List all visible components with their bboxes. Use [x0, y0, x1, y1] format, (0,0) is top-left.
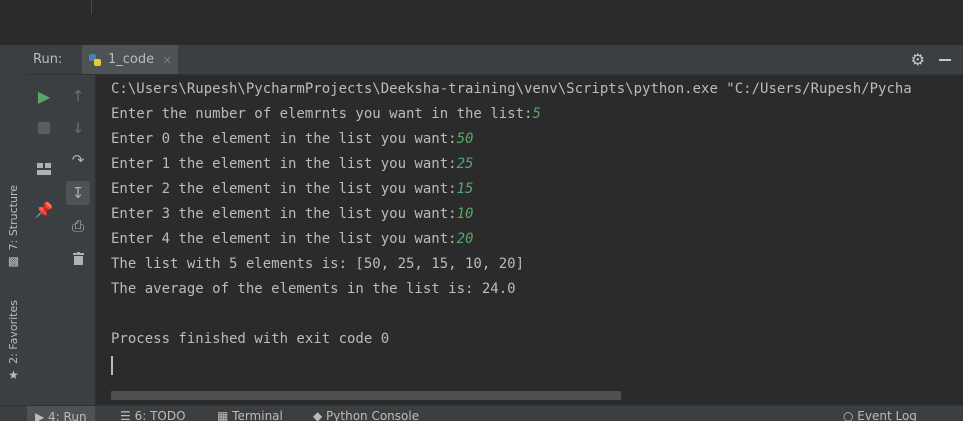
star-icon: ★	[8, 367, 19, 382]
minimize-icon[interactable]	[939, 59, 951, 61]
print-icon[interactable]: ⎙	[66, 214, 90, 238]
run-toolbar-right: ↑ ↓ ↷ ↧ ⎙	[61, 75, 96, 405]
structure-icon: ▩	[7, 254, 20, 269]
console-line: Enter 3 the element in the list you want…	[111, 206, 474, 222]
run-panel-header: Run: 1_code × ⚙	[27, 45, 963, 75]
gear-icon[interactable]: ⚙	[911, 50, 925, 69]
console-output[interactable]: C:\Users\Rupesh\PycharmProjects\Deeksha-…	[96, 76, 963, 390]
bottom-tab-run[interactable]: ▶ 4: Run	[27, 406, 95, 421]
structure-tool-tab[interactable]: 7: Structure ▩	[0, 185, 27, 268]
bottom-tool-bar: ▶ 4: Run ☰ 6: TODO ▦ Terminal ◆ Python C…	[0, 405, 963, 421]
run-panel-label: Run:	[33, 52, 63, 67]
console-line: Enter the number of elemrnts you want in…	[111, 106, 541, 122]
favorites-tab-label: 2: Favorites	[7, 300, 20, 364]
console-line: Enter 4 the element in the list you want…	[111, 231, 474, 247]
layout-icon[interactable]	[32, 157, 56, 181]
stop-icon[interactable]	[32, 116, 56, 140]
editor-area-strip	[0, 0, 963, 45]
trash-icon[interactable]	[66, 246, 90, 270]
console-line: C:\Users\Rupesh\PycharmProjects\Deeksha-…	[111, 81, 912, 97]
console-line: The average of the elements in the list …	[111, 281, 516, 297]
editor-divider	[91, 0, 92, 14]
console-line: Process finished with exit code 0	[111, 331, 390, 347]
close-tab-icon[interactable]: ×	[162, 53, 172, 67]
text-caret	[111, 356, 113, 375]
console-line: Enter 2 the element in the list you want…	[111, 181, 474, 197]
left-tool-stripe: 7: Structure ▩ 2: Favorites ★	[0, 45, 28, 405]
soft-wrap-icon[interactable]: ↷	[66, 148, 90, 172]
run-toolbar-left: ▶ 📌	[27, 75, 61, 405]
bottom-tab-todo[interactable]: ☰ 6: TODO	[120, 409, 186, 421]
console-line: Enter 1 the element in the list you want…	[111, 156, 474, 172]
python-icon	[89, 53, 101, 66]
down-arrow-icon[interactable]: ↓	[66, 116, 90, 140]
bottom-tab-terminal[interactable]: ▦ Terminal	[217, 409, 283, 421]
console-line: Enter 0 the element in the list you want…	[111, 131, 474, 147]
pin-icon[interactable]: 📌	[32, 198, 56, 222]
console-line: The list with 5 elements is: [50, 25, 15…	[111, 256, 525, 272]
scroll-to-end-icon[interactable]: ↧	[66, 181, 90, 205]
bottom-tab-event-log[interactable]: ○ Event Log	[843, 409, 917, 421]
run-config-tab[interactable]: 1_code ×	[82, 45, 179, 74]
structure-tab-label: 7: Structure	[7, 185, 20, 251]
up-arrow-icon[interactable]: ↑	[66, 84, 90, 108]
run-tab-title: 1_code	[108, 52, 155, 67]
play-icon[interactable]: ▶	[32, 84, 56, 108]
horizontal-scrollbar[interactable]	[111, 391, 621, 400]
favorites-tool-tab[interactable]: 2: Favorites ★	[0, 300, 27, 382]
bottom-tab-python-console[interactable]: ◆ Python Console	[313, 409, 419, 421]
